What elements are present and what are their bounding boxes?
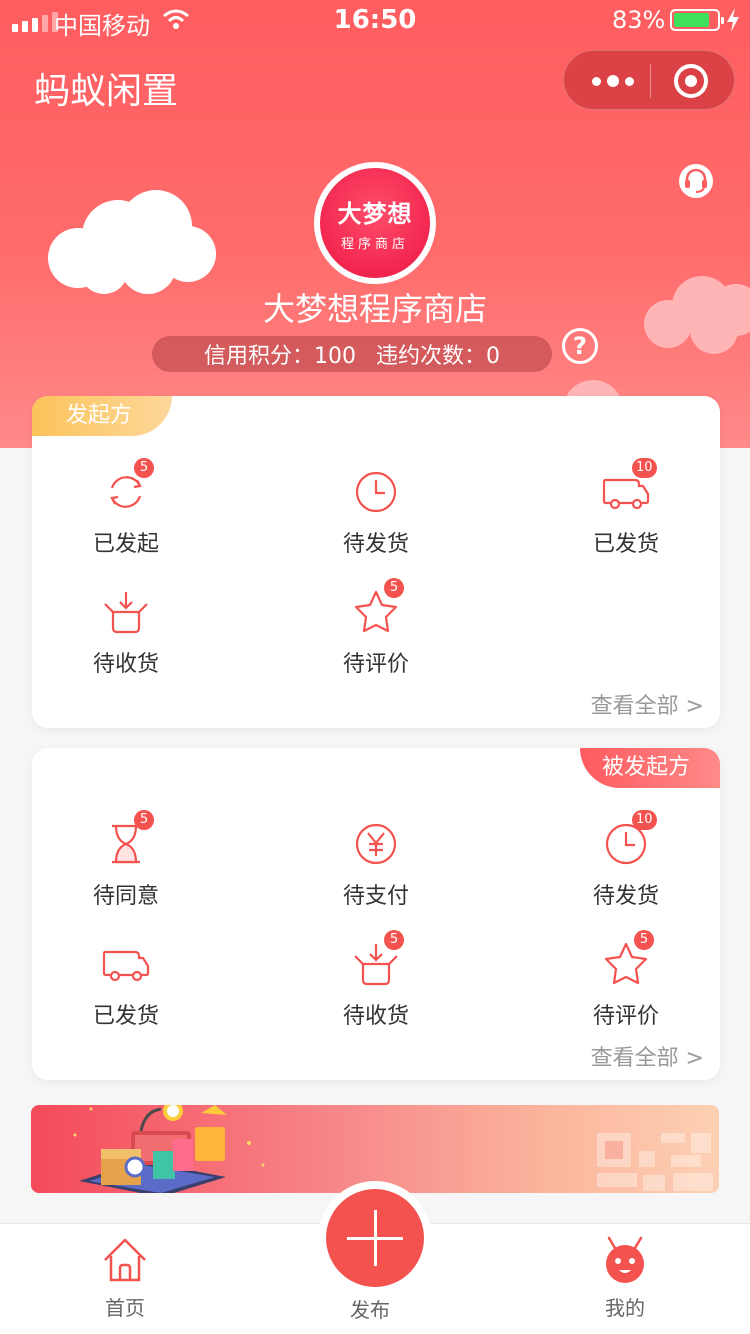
truck-icon bbox=[102, 950, 150, 982]
item-label: 待评价 bbox=[592, 1004, 659, 1029]
status-bar: 中国移动 16:50 83% bbox=[0, 0, 750, 40]
view-all-link[interactable]: 查看全部 > bbox=[591, 1040, 704, 1072]
item-label: 已发起 bbox=[92, 532, 159, 557]
shop-name: 大梦想程序商店 bbox=[262, 290, 487, 328]
capsule-divider bbox=[650, 64, 651, 98]
item-label: 待发货 bbox=[342, 532, 409, 557]
promo-banner[interactable] bbox=[31, 1105, 719, 1193]
order-status-to-ship[interactable]: 待发货 bbox=[306, 462, 446, 558]
badge-count: 10 bbox=[632, 810, 657, 830]
more-dots-icon[interactable] bbox=[588, 69, 638, 93]
item-label: 已发货 bbox=[92, 1004, 159, 1029]
mini-program-capsule bbox=[563, 50, 735, 110]
receiver-orders-card: 被发起方 5 待同意 待支付 10 待发货 已发货 5 待收货 5 待评价 查看… bbox=[32, 748, 720, 1080]
badge-count: 5 bbox=[634, 930, 654, 950]
tab-mine[interactable]: 我的 bbox=[565, 1234, 685, 1321]
badge-count: 5 bbox=[134, 810, 154, 830]
tab-label: 首页 bbox=[105, 1296, 145, 1320]
receive-box-icon bbox=[104, 592, 148, 634]
clock-icon bbox=[355, 471, 397, 513]
order-status-shipped[interactable]: 10 已发货 bbox=[556, 458, 696, 558]
credit-info-pill: 信用积分：100 违约次数：0 bbox=[152, 336, 552, 372]
order-status-to-receive[interactable]: 5 待收货 bbox=[306, 930, 446, 1030]
order-status-shipped[interactable]: 已发货 bbox=[56, 934, 196, 1030]
order-status-to-ship[interactable]: 10 待发货 bbox=[556, 810, 696, 910]
badge-count: 10 bbox=[632, 458, 657, 478]
order-status-to-agree[interactable]: 5 待同意 bbox=[56, 810, 196, 910]
item-label: 待收货 bbox=[342, 1004, 409, 1029]
item-label: 已发货 bbox=[592, 532, 659, 557]
item-label: 待发货 bbox=[592, 884, 659, 909]
battery-percent: 83% bbox=[612, 6, 666, 34]
order-status-to-pay[interactable]: 待支付 bbox=[306, 814, 446, 910]
badge-count: 5 bbox=[384, 930, 404, 950]
badge-count: 5 bbox=[134, 458, 154, 478]
initiator-tag: 发起方 bbox=[32, 396, 172, 436]
target-circle-icon[interactable] bbox=[674, 64, 708, 98]
view-all-link[interactable]: 查看全部 > bbox=[591, 688, 704, 720]
order-status-to-review[interactable]: 5 待评价 bbox=[556, 930, 696, 1030]
ant-mascot-icon bbox=[606, 1236, 644, 1283]
initiator-orders-card: 发起方 5 已发起 待发货 10 已发货 待收货 5 待评价 查看全部 > bbox=[32, 396, 720, 728]
headset-icon[interactable] bbox=[678, 163, 714, 199]
badge-count: 5 bbox=[384, 578, 404, 598]
help-icon[interactable]: ? bbox=[562, 328, 598, 364]
publish-plus-icon[interactable] bbox=[326, 1189, 424, 1287]
credit-score: 信用积分：100 bbox=[204, 344, 356, 369]
avatar[interactable]: 大梦想 程序商店 bbox=[314, 162, 436, 284]
item-label: 待收货 bbox=[92, 652, 159, 677]
publish-button-ring bbox=[318, 1181, 432, 1295]
receiver-tag: 被发起方 bbox=[580, 748, 720, 788]
charging-icon bbox=[727, 8, 739, 32]
shopping-illustration bbox=[73, 1105, 713, 1193]
order-status-to-receive[interactable]: 待收货 bbox=[56, 582, 196, 678]
tab-label-publish: 发布 bbox=[350, 1298, 390, 1322]
avatar-logo-subtext: 程序商店 bbox=[340, 237, 409, 252]
battery-icon bbox=[670, 9, 724, 31]
order-status-to-review[interactable]: 5 待评价 bbox=[306, 578, 446, 678]
violation-count: 违约次数：0 bbox=[376, 344, 500, 369]
tab-label: 我的 bbox=[605, 1296, 645, 1320]
home-icon bbox=[104, 1238, 146, 1282]
yen-icon bbox=[355, 823, 397, 865]
page-title: 蚂蚁闲置 bbox=[34, 71, 179, 112]
tab-home[interactable]: 首页 bbox=[65, 1234, 185, 1321]
avatar-logo-text: 大梦想 bbox=[337, 199, 413, 228]
item-label: 待支付 bbox=[342, 884, 409, 909]
item-label: 待同意 bbox=[92, 884, 159, 909]
item-label: 待评价 bbox=[342, 652, 409, 677]
cloud-decoration bbox=[48, 190, 216, 294]
order-status-initiated[interactable]: 5 已发起 bbox=[56, 458, 196, 558]
